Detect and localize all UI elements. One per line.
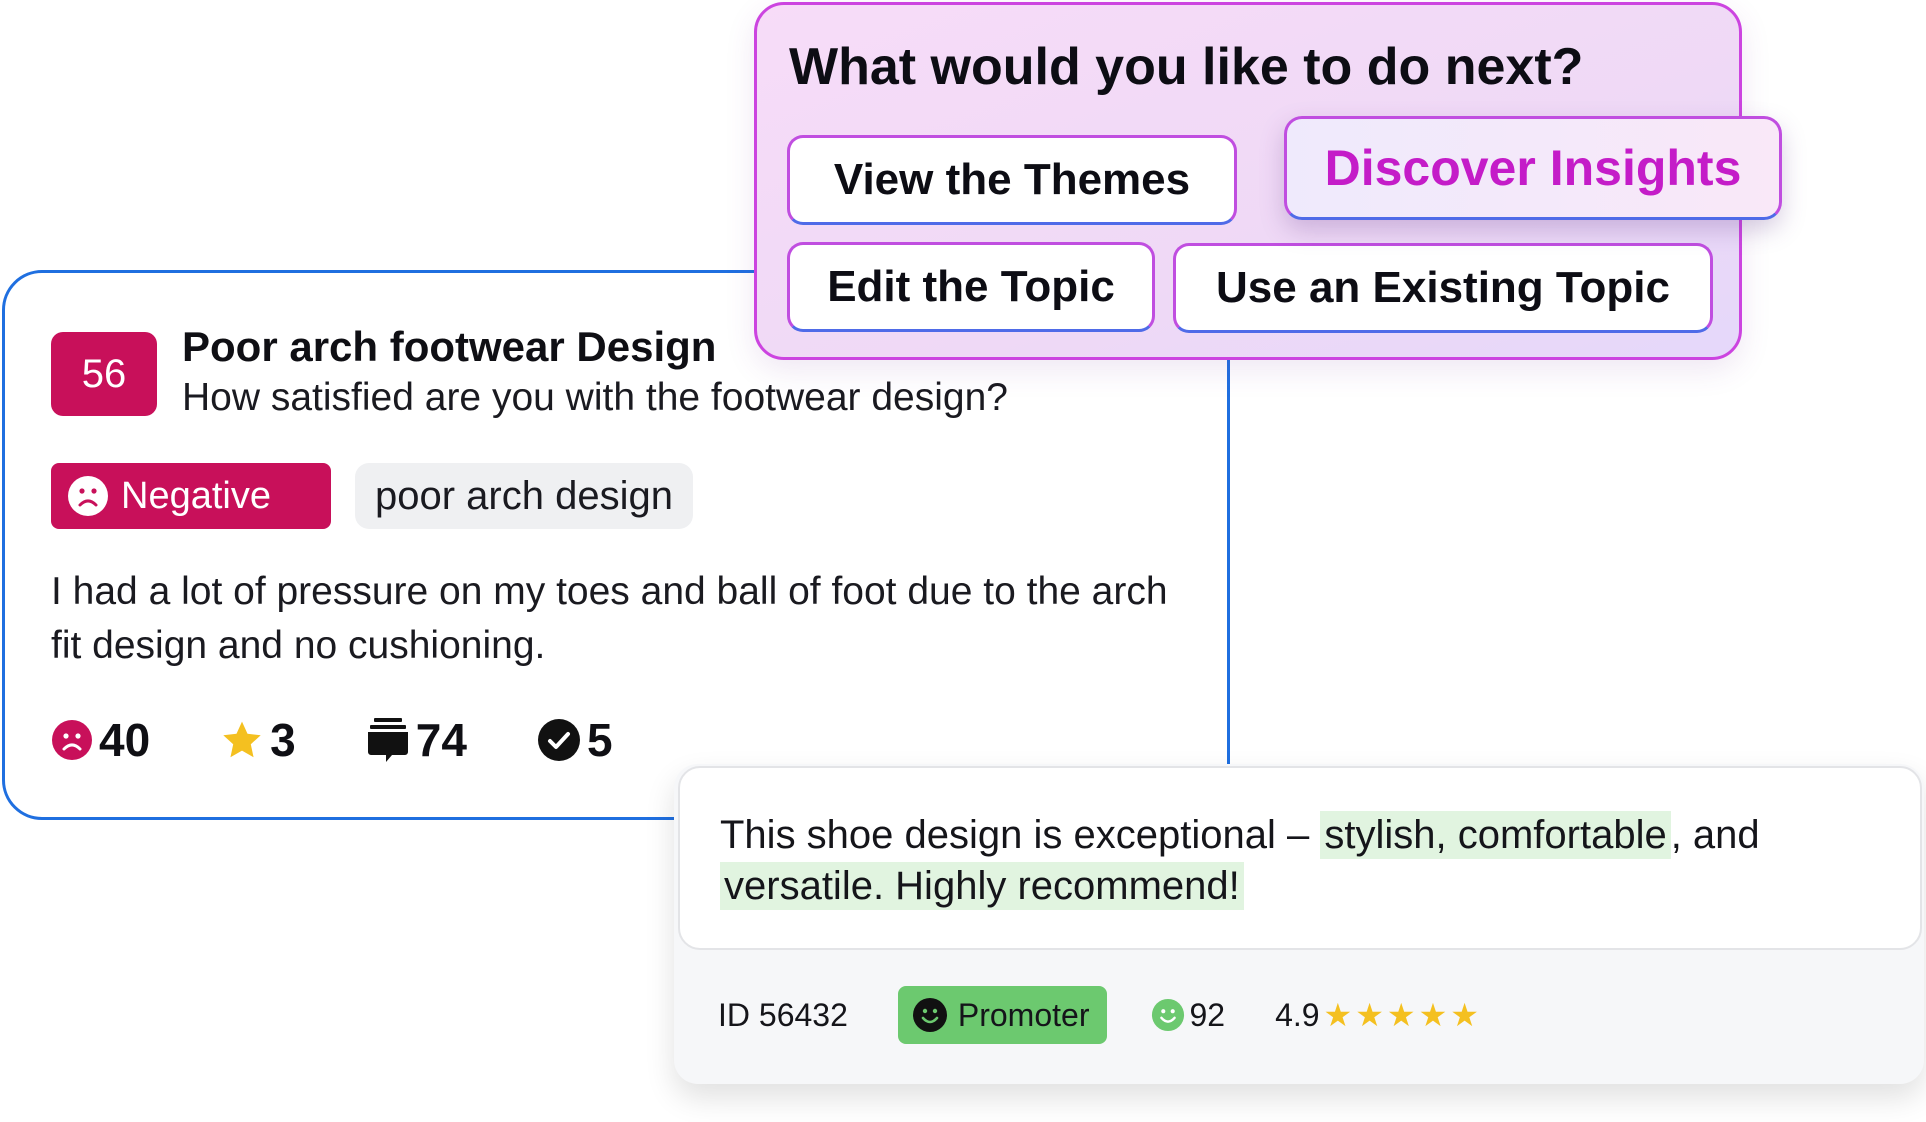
review-body: This shoe design is exceptional – stylis…: [678, 766, 1922, 950]
topic-tag[interactable]: poor arch design: [355, 463, 693, 529]
sentiment-label: Negative: [121, 474, 271, 517]
smile-face-icon: [1152, 998, 1185, 1032]
metric-negative: 40: [51, 713, 150, 767]
stage: 56 Poor arch footwear Design How satisfi…: [0, 0, 1926, 1122]
promoter-label: Promoter: [957, 996, 1090, 1033]
review-card[interactable]: This shoe design is exceptional – stylis…: [674, 764, 1924, 1084]
review-footer: ID 56432 Promoter 92 4.9 ★ ★ ★ ★ ★: [718, 986, 1482, 1044]
frown-face-icon: [52, 720, 92, 760]
view-themes-button[interactable]: View the Themes: [787, 135, 1237, 225]
metric-value: 74: [415, 714, 467, 766]
panel-title: What would you like to do next?: [789, 38, 1584, 96]
discover-insights-button[interactable]: Discover Insights: [1284, 116, 1782, 220]
star-icon: ★: [1418, 997, 1448, 1033]
rating-value: 4.9: [1275, 996, 1320, 1033]
star-icon: ★: [1386, 997, 1416, 1033]
star-icon: ★: [1450, 997, 1479, 1033]
check-circle-icon: [537, 719, 580, 761]
metric-rating: 3: [220, 713, 296, 767]
rating-stars: ★ ★ ★ ★ ★: [1324, 996, 1482, 1034]
topic-title: Poor arch footwear Design: [182, 323, 717, 370]
metric-value: 40: [99, 714, 151, 766]
topic-comment: I had a lot of pressure on my toes and b…: [51, 570, 1168, 667]
metric-value: 3: [270, 714, 296, 766]
sentiment-badge: Negative: [51, 463, 331, 529]
review-text-plain: , and: [1670, 813, 1760, 857]
topic-score-badge: 56: [51, 332, 157, 416]
review-highlight: stylish, comfortable: [1320, 811, 1671, 859]
comment-stack-icon: [367, 718, 408, 762]
review-rating: 4.9 ★ ★ ★ ★ ★: [1275, 996, 1482, 1034]
star-icon: ★: [1355, 997, 1384, 1033]
star-icon: ★: [1323, 997, 1353, 1033]
use-existing-topic-button[interactable]: Use an Existing Topic: [1173, 243, 1713, 333]
star-icon: [223, 721, 261, 758]
review-text-plain: This shoe design is exceptional –: [720, 813, 1321, 857]
review-id: ID 56432: [718, 996, 848, 1033]
topic-question: How satisfied are you with the footwear …: [182, 376, 1008, 419]
metric-comments: 74: [366, 713, 467, 767]
promoter-badge: Promoter: [897, 986, 1108, 1044]
frown-face-icon: [68, 476, 108, 516]
metric-value: 5: [586, 714, 613, 766]
topic-metrics: 40 3 74 5: [51, 713, 683, 767]
edit-topic-button[interactable]: Edit the Topic: [787, 242, 1155, 332]
review-text: This shoe design is exceptional – stylis…: [720, 810, 1890, 912]
nps-score: 92: [1151, 997, 1225, 1034]
review-highlight: versatile. Highly recommend!: [720, 862, 1244, 910]
metric-resolved: 5: [537, 713, 613, 767]
nps-value: 92: [1189, 996, 1226, 1033]
smile-face-icon: [912, 998, 947, 1032]
